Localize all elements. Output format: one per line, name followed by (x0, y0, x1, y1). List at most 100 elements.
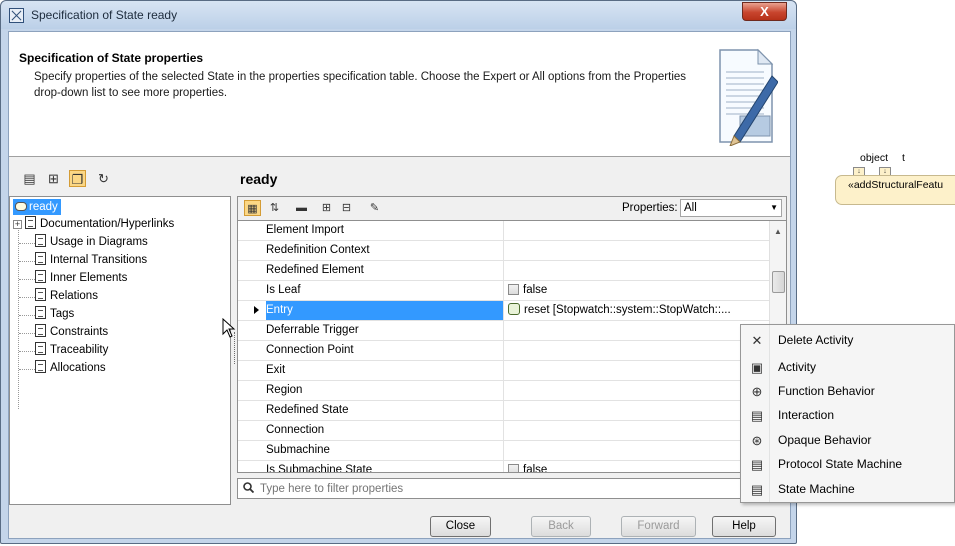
menu-item-delete-activity[interactable]: ✕ Delete Activity (741, 328, 954, 353)
checkbox[interactable] (508, 464, 519, 472)
property-value-is-leaf[interactable]: false (504, 281, 769, 300)
tree-item-constraints[interactable]: Constraints (35, 324, 108, 341)
tree-item-internal-transitions[interactable]: Internal Transitions (35, 252, 147, 269)
menu-item-label: Interaction (778, 408, 835, 422)
grid-row[interactable]: Redefined Element (238, 261, 769, 281)
tree-item-allocations[interactable]: Allocations (35, 360, 106, 377)
delete-x-icon: ✕ (751, 333, 763, 348)
properties-dropdown[interactable]: All ▼ (680, 199, 782, 217)
title-bar[interactable]: Specification of State ready X (1, 1, 796, 29)
menu-item-activity[interactable]: ▣ Activity (741, 355, 954, 380)
tree-item-traceability[interactable]: Traceability (35, 342, 108, 359)
menu-item-state-machine[interactable]: ▤ State Machine (741, 477, 954, 502)
grid-row[interactable]: Region (238, 381, 769, 401)
action-node[interactable]: «addStructuralFeatu (835, 175, 955, 205)
filter-input[interactable] (260, 481, 760, 496)
state-icon (15, 202, 27, 211)
checkbox[interactable] (508, 284, 519, 295)
collapse-icon[interactable]: ▬ (293, 200, 310, 216)
tree-item-tags[interactable]: Tags (35, 306, 74, 323)
pin-label-object: object (860, 152, 889, 164)
back-button[interactable]: Back (531, 516, 591, 537)
property-value[interactable] (504, 221, 769, 240)
grid-row[interactable]: Is Submachine State false (238, 461, 769, 473)
chevron-down-icon: ▼ (770, 203, 778, 212)
property-value[interactable] (504, 321, 769, 340)
property-value-entry[interactable]: reset [Stopwatch::system::StopWatch::... (504, 301, 769, 320)
list-view-icon[interactable]: ▤ (21, 170, 38, 187)
property-value[interactable] (504, 241, 769, 260)
menu-item-interaction[interactable]: ▤ Interaction (741, 403, 954, 428)
activity-icon (508, 303, 520, 315)
resize-cursor-icon (222, 318, 236, 338)
tree-item-documentation[interactable]: + Documentation/Hyperlinks (13, 216, 174, 233)
tree-root-label: ready (29, 201, 58, 213)
grid-row[interactable]: Connection (238, 421, 769, 441)
document-pencil-icon (719, 48, 778, 146)
help-button[interactable]: Help (712, 516, 776, 537)
refresh-icon[interactable]: ↻ (95, 170, 112, 187)
tree-item-label: Traceability (50, 344, 109, 356)
tree-view-icon[interactable]: ⊞ (45, 170, 62, 187)
tree-connector (18, 223, 19, 409)
expand-all-icon[interactable]: ⊞ (318, 200, 335, 216)
tree-item-label: Allocations (50, 362, 106, 374)
tree-connector (19, 333, 35, 334)
header-description: Specify properties of the selected State… (34, 71, 687, 99)
property-value[interactable] (504, 341, 769, 360)
grid-row[interactable]: Redefined State (238, 401, 769, 421)
menu-item-label: Function Behavior (778, 384, 875, 398)
grid-row[interactable]: Redefinition Context (238, 241, 769, 261)
filter-box[interactable] (237, 478, 787, 499)
categorize-icon[interactable]: ▦ (244, 200, 261, 216)
property-value-is-submachine[interactable]: false (504, 461, 769, 473)
property-name: Is Submachine State (266, 461, 504, 472)
grid-row[interactable]: Connection Point (238, 341, 769, 361)
page-icon (35, 360, 46, 373)
tree-item-label: Inner Elements (50, 272, 128, 284)
page-icon (35, 324, 46, 337)
scroll-thumb[interactable] (772, 271, 785, 293)
tree-connector (19, 297, 35, 298)
page-icon (25, 216, 36, 229)
synchronize-icon[interactable]: ❐ (69, 170, 86, 187)
protocol-state-machine-icon: ▤ (750, 457, 764, 472)
checkbox-label: false (523, 464, 548, 473)
tree-item-label: Tags (50, 308, 75, 320)
tree-item-label: Constraints (50, 326, 109, 338)
menu-item-opaque-behavior[interactable]: ⊛ Opaque Behavior (741, 428, 954, 453)
property-value[interactable] (504, 441, 769, 460)
property-name: Is Leaf (266, 281, 504, 300)
tree-connector (19, 261, 35, 262)
property-value[interactable] (504, 261, 769, 280)
expand-icon[interactable]: + (13, 220, 22, 229)
entry-value-text: reset [Stopwatch::system::StopWatch::... (524, 304, 731, 316)
close-button[interactable]: Close (430, 516, 491, 537)
property-value[interactable] (504, 401, 769, 420)
state-machine-icon: ▤ (750, 482, 764, 497)
grid-row[interactable]: Is Leaf false (238, 281, 769, 301)
page-icon (35, 306, 46, 319)
grid-row[interactable]: Submachine (238, 441, 769, 461)
menu-item-protocol-state-machine[interactable]: ▤ Protocol State Machine (741, 452, 954, 477)
tree-item-inner-elements[interactable]: Inner Elements (35, 270, 127, 287)
grid-row[interactable]: Deferrable Trigger (238, 321, 769, 341)
close-window-button[interactable]: X (742, 2, 787, 21)
grid-row[interactable]: Exit (238, 361, 769, 381)
menu-item-function-behavior[interactable]: ⊕ Function Behavior (741, 379, 954, 404)
collapse-all-icon[interactable]: ⊟ (338, 200, 355, 216)
forward-button[interactable]: Forward (621, 516, 696, 537)
search-icon (243, 482, 254, 493)
sort-az-icon[interactable]: ⇅ (266, 200, 283, 216)
property-value[interactable] (504, 421, 769, 440)
grid-row-selected[interactable]: Entry reset [Stopwatch::system::StopWatc… (238, 301, 769, 321)
spell-check-icon[interactable]: ✎ (366, 200, 383, 216)
tree-item-usage[interactable]: Usage in Diagrams (35, 234, 148, 251)
tree-connector (19, 243, 35, 244)
property-value[interactable] (504, 361, 769, 380)
tree-root-node[interactable]: ready (13, 199, 61, 216)
grid-row[interactable]: Element Import (238, 221, 769, 241)
tree-item-relations[interactable]: Relations (35, 288, 98, 305)
scroll-up-icon[interactable]: ▲ (774, 227, 782, 236)
property-value[interactable] (504, 381, 769, 400)
